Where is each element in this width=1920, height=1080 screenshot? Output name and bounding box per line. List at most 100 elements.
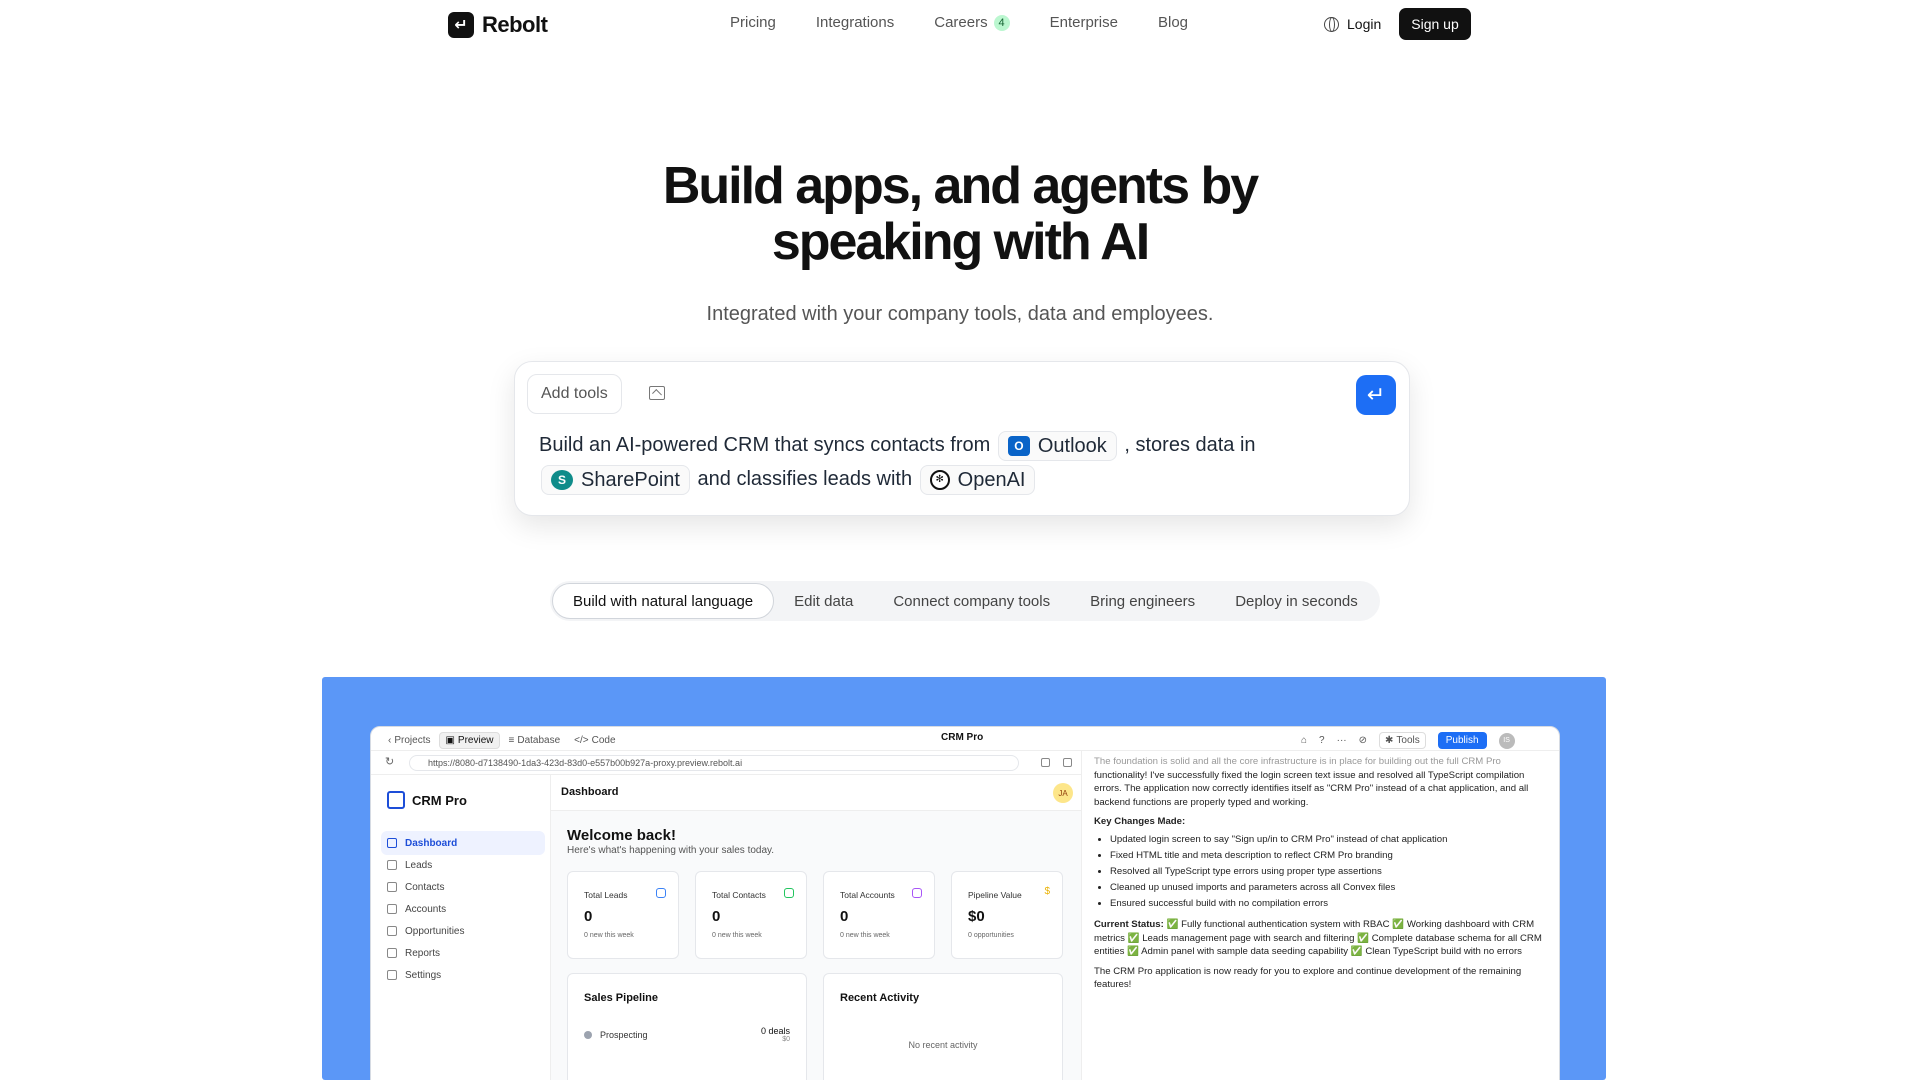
gear-icon <box>387 970 397 980</box>
tab-bring-engineers[interactable]: Bring engineers <box>1070 583 1215 619</box>
building-icon <box>387 791 405 809</box>
send-button[interactable]: ↵ <box>1356 375 1396 415</box>
preview-tab[interactable]: ▣ Preview <box>439 732 500 749</box>
demo-window: ‹ Projects ▣ Preview ≡ Database </> Code… <box>370 726 1560 1080</box>
stat-label: Total Leads <box>584 890 628 900</box>
reload-icon[interactable]: ↻ <box>385 755 394 768</box>
outlook-icon: O <box>1007 435 1030 456</box>
sales-pipeline-panel: Sales Pipeline Prospecting 0 deals $0 <box>567 973 807 1080</box>
prompt-text[interactable]: Build an AI-powered CRM that syncs conta… <box>539 428 1359 496</box>
welcome-subtitle: Here's what's happening with your sales … <box>567 845 775 856</box>
demo-showcase: ‹ Projects ▣ Preview ≡ Database </> Code… <box>322 677 1606 1080</box>
sidebar-label: Dashboard <box>405 837 458 849</box>
stat-note: 0 new this week <box>584 932 634 939</box>
target-icon <box>387 926 397 936</box>
demo-topbar: ‹ Projects ▣ Preview ≡ Database </> Code… <box>371 727 1559 751</box>
nav-actions: Login Sign up <box>1324 8 1471 40</box>
demo-project-title: CRM Pro <box>941 732 984 743</box>
hero-title-line2: speaking with AI <box>771 213 1150 271</box>
tab-deploy[interactable]: Deploy in seconds <box>1215 583 1378 619</box>
sidebar-item-reports[interactable]: Reports <box>381 941 545 965</box>
stat-card-accounts[interactable]: Total Accounts 0 0 new this week <box>823 871 935 959</box>
sidebar-item-contacts[interactable]: Contacts <box>381 875 545 899</box>
code-tab[interactable]: </> Code <box>569 733 620 748</box>
signup-button[interactable]: Sign up <box>1399 8 1471 40</box>
tab-build-natural-language[interactable]: Build with natural language <box>552 583 775 619</box>
share-icon[interactable]: ⌂ <box>1301 735 1307 746</box>
user-plus-icon <box>387 860 397 870</box>
list-item: Cleaned up unused imports and parameters… <box>1110 881 1549 895</box>
chip-sharepoint[interactable]: S SharePoint <box>541 464 690 495</box>
empty-state: No recent activity <box>908 1040 978 1050</box>
tools-button[interactable]: ✱ Tools <box>1379 732 1426 749</box>
stage-label: Prospecting <box>600 1030 648 1040</box>
nav-link-careers[interactable]: Careers 4 <box>934 14 1010 31</box>
prompt-text-part2: , stores data in <box>1124 434 1256 456</box>
page-title: Dashboard <box>561 786 619 798</box>
chip-outlook[interactable]: O Outlook <box>997 430 1117 461</box>
openai-icon: ✻ <box>929 469 950 490</box>
sidebar-label: Opportunities <box>405 925 465 937</box>
dollar-icon: $ <box>1044 886 1050 897</box>
sidebar-item-dashboard[interactable]: Dashboard <box>381 831 545 855</box>
avatar[interactable]: JA <box>1053 783 1073 803</box>
chat-paragraph: functionality! I've successfully fixed t… <box>1094 769 1529 808</box>
add-tools-button[interactable]: Add tools <box>527 374 622 414</box>
sidebar-item-settings[interactable]: Settings <box>381 963 545 987</box>
stat-card-leads[interactable]: Total Leads 0 0 new this week <box>567 871 679 959</box>
chat-faded-line: The foundation is solid and all the core… <box>1094 756 1501 767</box>
careers-label: Careers <box>934 14 988 31</box>
app-brand: CRM Pro <box>387 791 467 809</box>
stat-note: 0 opportunities <box>968 932 1014 939</box>
open-external-icon[interactable] <box>1063 758 1072 767</box>
panel-title: Recent Activity <box>840 992 920 1004</box>
brand-logo[interactable]: ↵ Rebolt <box>448 12 548 38</box>
user-avatar[interactable]: IS <box>1498 732 1515 749</box>
welcome-heading: Welcome back! <box>567 827 676 844</box>
nav-link-integrations[interactable]: Integrations <box>816 14 894 31</box>
code-label: Code <box>591 735 616 746</box>
app-header: Dashboard JA <box>551 775 1081 811</box>
top-nav: ↵ Rebolt Pricing Integrations Careers 4 … <box>0 0 1920 48</box>
sidebar-item-leads[interactable]: Leads <box>381 853 545 877</box>
prompt-text-part1: Build an AI-powered CRM that syncs conta… <box>539 434 991 456</box>
sidebar-item-opportunities[interactable]: Opportunities <box>381 919 545 943</box>
url-field[interactable]: https://8080-d7138490-1da3-423d-83d0-e55… <box>409 755 1019 771</box>
nav-link-blog[interactable]: Blog <box>1158 14 1188 31</box>
url-bar: ↻ https://8080-d7138490-1da3-423d-83d0-e… <box>371 751 1081 775</box>
preview-label: Preview <box>457 735 494 746</box>
copy-icon[interactable] <box>1041 758 1050 767</box>
hero-title-line1: Build apps, and agents by <box>662 157 1259 215</box>
stat-card-pipeline[interactable]: Pipeline Value $ $0 0 opportunities <box>951 871 1063 959</box>
stat-card-contacts[interactable]: Total Contacts 0 0 new this week <box>695 871 807 959</box>
users-icon <box>784 888 794 898</box>
tab-edit-data[interactable]: Edit data <box>774 583 873 619</box>
publish-button[interactable]: Publish <box>1437 732 1487 749</box>
building-icon <box>912 888 922 898</box>
login-label: Login <box>1347 16 1382 32</box>
nav-link-enterprise[interactable]: Enterprise <box>1050 14 1118 31</box>
chip-openai[interactable]: ✻ OpenAI <box>919 464 1036 495</box>
stage-deal-amount: $0 <box>782 1036 790 1043</box>
demo-left-controls: ‹ Projects ▣ Preview ≡ Database </> Code <box>383 732 621 749</box>
stat-label: Total Accounts <box>840 890 895 900</box>
prompt-box[interactable]: Add tools ↵ Build an AI-powered CRM that… <box>514 361 1410 516</box>
more-icon[interactable]: ··· <box>1337 735 1347 746</box>
sidebar-label: Reports <box>405 947 441 959</box>
help-icon[interactable]: ? <box>1319 735 1325 746</box>
logo-icon: ↵ <box>448 12 474 38</box>
back-projects-button[interactable]: ‹ Projects <box>383 733 435 748</box>
nav-link-pricing[interactable]: Pricing <box>730 14 776 31</box>
image-upload-icon[interactable] <box>649 386 665 400</box>
back-label: Projects <box>394 735 431 746</box>
sidebar-item-accounts[interactable]: Accounts <box>381 897 545 921</box>
careers-count-badge: 4 <box>993 14 1010 31</box>
demo-right-controls: ⌂ ? ··· ⊘ ✱ Tools Publish IS <box>1301 732 1515 749</box>
tab-connect-tools[interactable]: Connect company tools <box>873 583 1070 619</box>
globe-icon <box>1324 16 1339 32</box>
stat-label: Pipeline Value <box>968 890 1022 900</box>
visibility-icon[interactable]: ⊘ <box>1359 735 1367 746</box>
login-button[interactable]: Login <box>1324 16 1381 32</box>
sharepoint-icon: S <box>551 469 573 490</box>
database-tab[interactable]: ≡ Database <box>504 733 566 748</box>
